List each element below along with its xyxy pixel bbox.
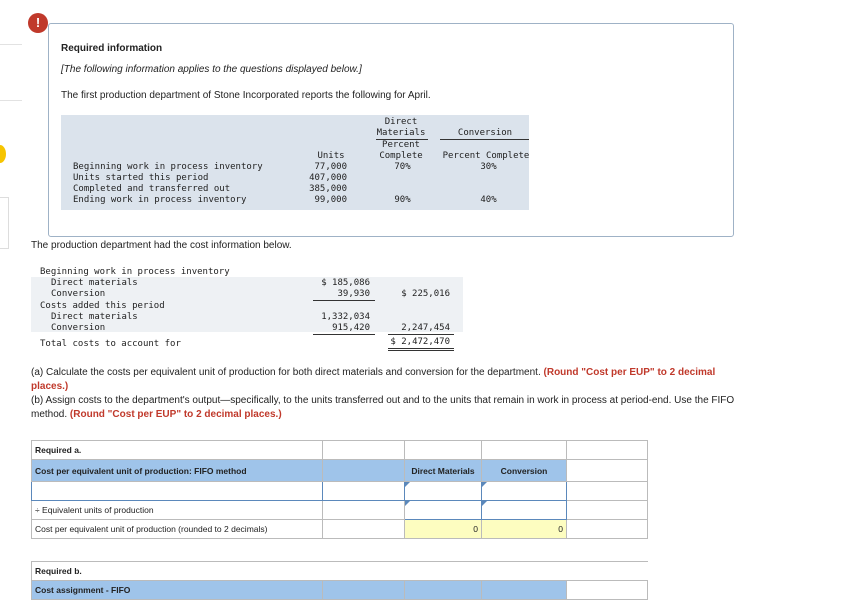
header-conversion: Conversion [457,128,513,138]
answer-grid: Required a. Cost per equivalent unit of … [31,440,648,600]
required-info-subtitle: [The following information applies to th… [61,64,362,75]
header-direct-materials: Direct Materials [376,117,426,138]
dm-cost-per-eup: 0 [404,519,482,539]
header-dm-percent: Percent Complete [379,140,423,161]
dm-eup-input[interactable] [404,500,482,520]
row-conv: 40% [480,195,497,205]
cost-info-intro: The production department had the cost i… [31,240,292,251]
row-conv: 30% [480,162,497,172]
gutter-divider [0,100,22,101]
alert-icon: ! [28,13,48,33]
required-a-label: Required a. [31,440,323,460]
cost-per-eup-label: Cost per equivalent unit of production (… [31,519,323,539]
row-label: Ending work in process inventory [73,195,247,205]
conv-cost-input[interactable] [481,481,567,501]
required-info-title: Required information [61,43,163,54]
input-marker [405,482,410,487]
required-a-header: Cost per equivalent unit of production: … [31,459,323,482]
cost-added-label: Costs added this period [40,301,165,311]
col-direct-materials: Direct Materials [404,459,482,482]
cost-line-input[interactable] [322,481,405,501]
input-marker [482,482,487,487]
col-conversion: Conversion [481,459,567,482]
cost-beg-total: $ 225,016 [401,289,450,299]
cost-grand-total: $ 2,472,470 [390,337,450,347]
cost-conv2-label: Conversion [51,323,106,333]
row-dm: 70% [394,162,411,172]
conv-eup-input[interactable] [481,500,567,520]
row-label: Beginning work in process inventory [73,162,263,172]
cost-add-conv: 915,420 [332,323,370,333]
cost-underline [388,334,454,335]
cost-total-label: Total costs to account for [40,339,181,349]
header-units: Units [317,151,345,161]
required-b-header: Cost assignment - FIFO [31,580,323,600]
dm-cost-input[interactable] [404,481,482,501]
row-label: Completed and transferred out [73,184,231,194]
required-b-label: Required b. [31,561,323,581]
question-text: (a) Calculate the costs per equivalent u… [31,366,751,422]
header-conv-percent: Percent Complete [442,151,530,161]
cost-beg-conv: 39,930 [337,289,370,299]
row-units: 385,000 [309,184,347,194]
cost-double-underline [388,348,454,349]
cost-double-underline [388,350,454,351]
cost-underline [313,334,375,335]
input-marker [482,501,487,506]
cost-add-total: 2,247,454 [401,323,450,333]
gutter-box [0,197,9,249]
row-units: 99,000 [314,195,347,205]
conv-cost-per-eup: 0 [481,519,567,539]
row-units: 407,000 [309,173,347,183]
cost-beg-dm: $ 185,086 [321,278,370,288]
equivalent-units-label: ÷ Equivalent units of production [31,500,323,520]
question-b: (b) Assign costs to the department's out… [31,395,735,420]
cost-line-input[interactable] [31,481,323,501]
row-dm: 90% [394,195,411,205]
cost-underline [313,300,375,301]
cost-dm2-label: Direct materials [51,312,138,322]
cost-add-dm: 1,332,034 [321,312,370,322]
question-a: (a) Calculate the costs per equivalent u… [31,367,716,392]
header-underline [440,139,529,140]
input-marker [405,501,410,506]
required-info-intro: The first production department of Stone… [61,90,431,101]
cost-conv-label: Conversion [51,289,106,299]
cost-beginning-label: Beginning work in process inventory [40,267,230,277]
row-units: 77,000 [314,162,347,172]
cost-dm-label: Direct materials [51,278,138,288]
gutter-marker [0,145,6,163]
row-label: Units started this period [73,173,209,183]
gutter-divider [0,44,22,45]
